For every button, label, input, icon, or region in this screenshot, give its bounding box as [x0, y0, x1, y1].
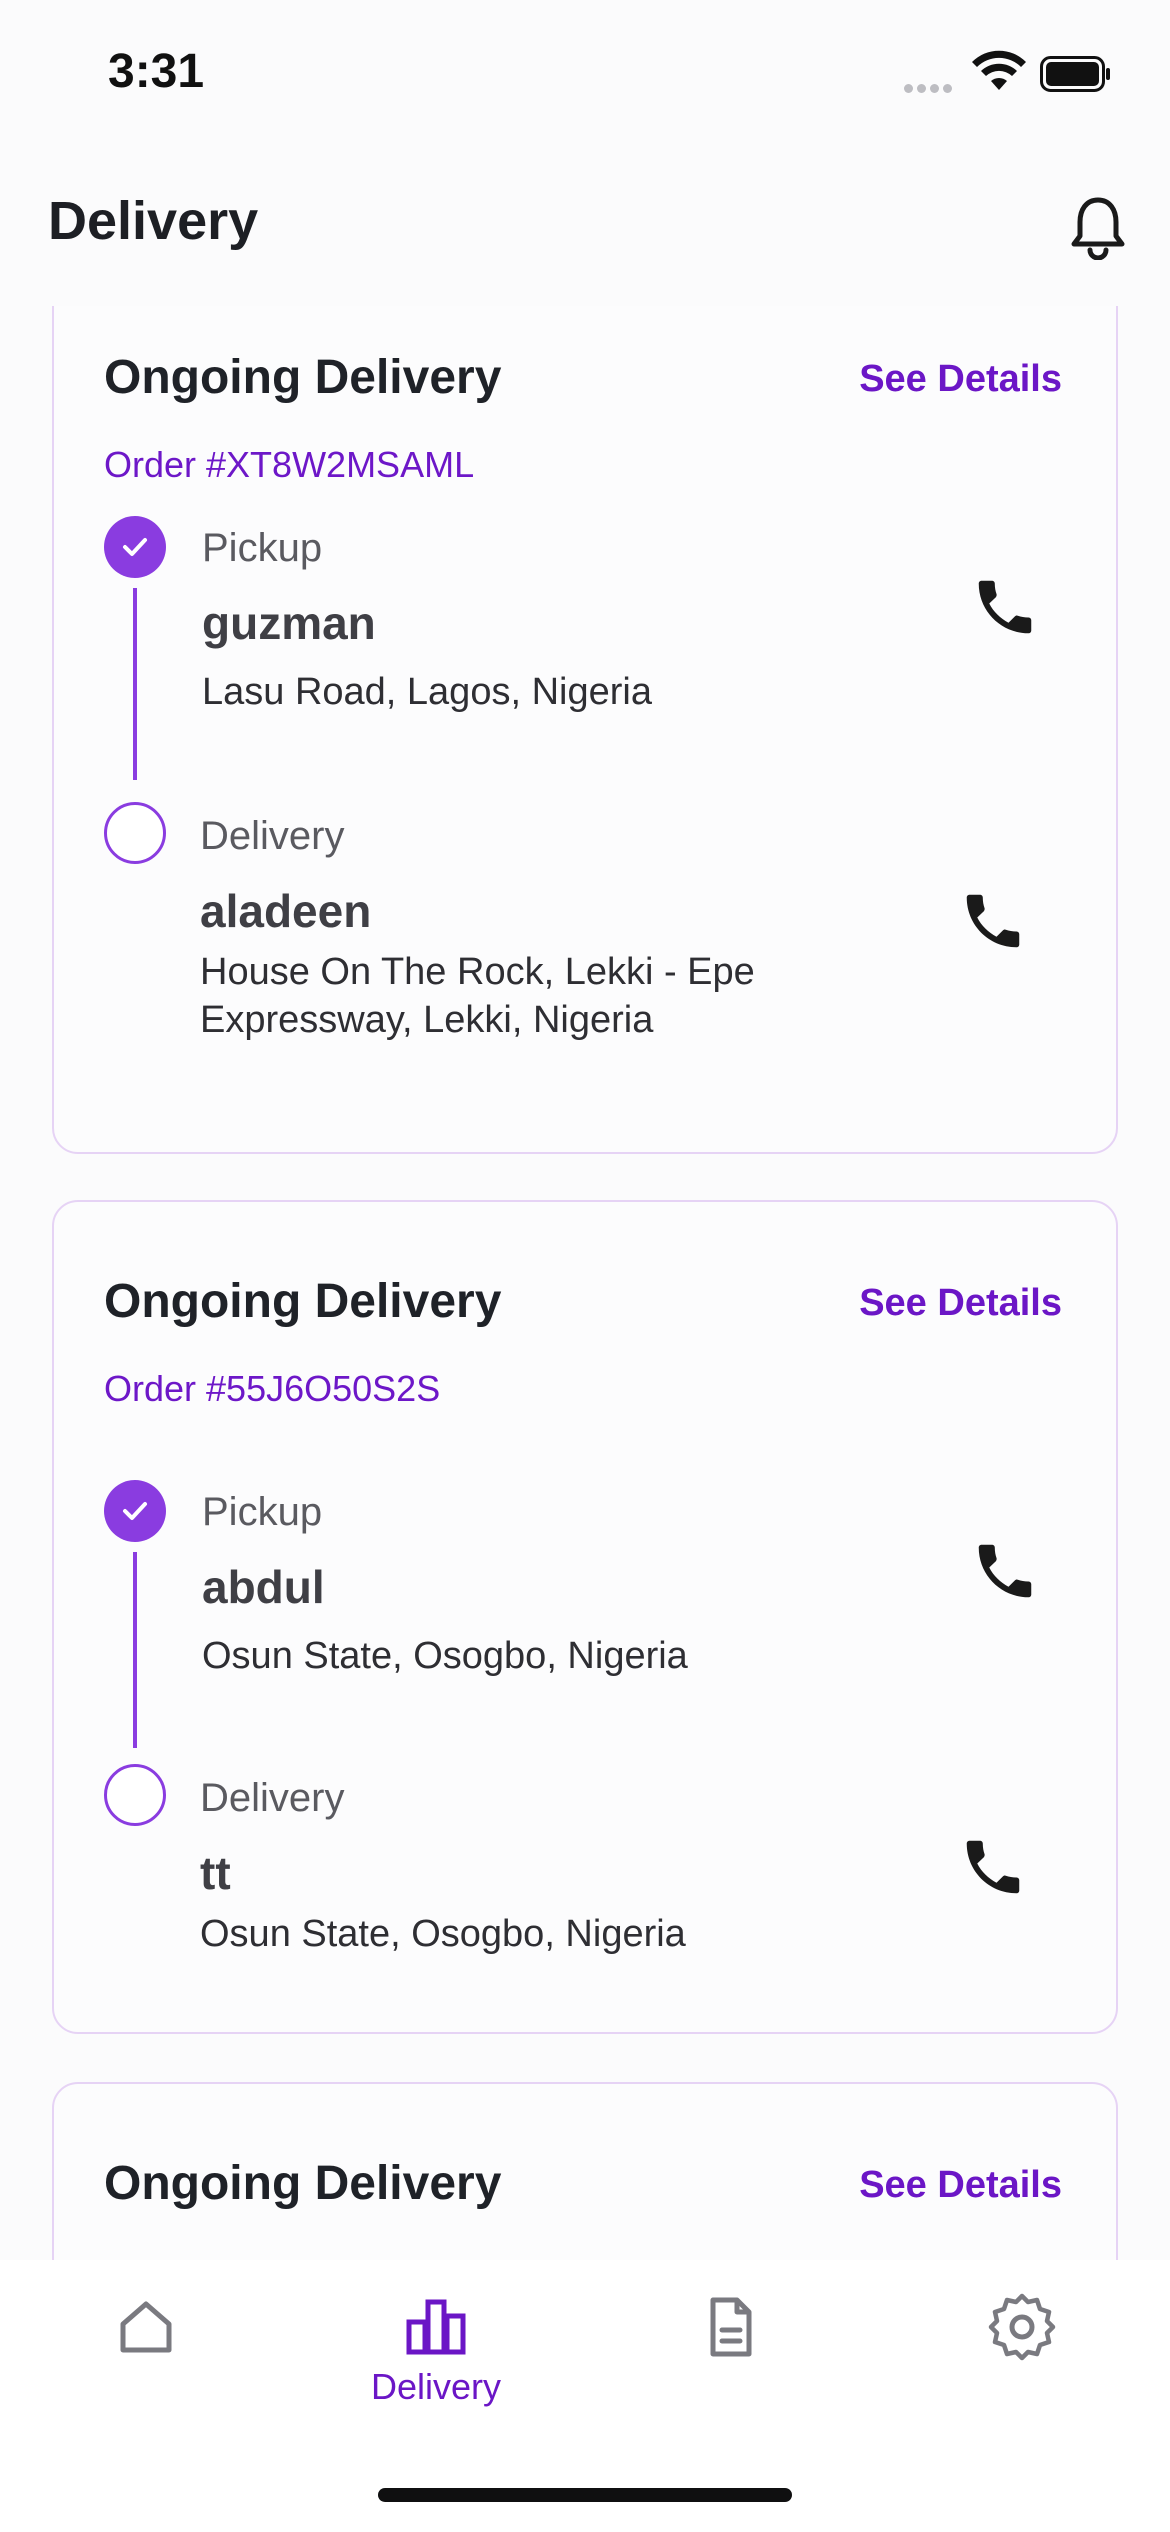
delivery-pending-icon	[104, 1764, 166, 1826]
wifi-icon	[972, 50, 1026, 90]
delivery-address: Osun State, Osogbo, Nigeria	[200, 1913, 686, 1955]
call-pickup-phone-icon[interactable]	[970, 572, 1040, 642]
page-title: Delivery	[48, 191, 259, 251]
pickup-address: Osun State, Osogbo, Nigeria	[202, 1635, 688, 1677]
delivery-name: tt	[200, 1847, 231, 1899]
call-pickup-phone-icon[interactable]	[970, 1536, 1040, 1606]
pickup-label: Pickup	[202, 1490, 323, 1534]
card-title: Ongoing Delivery	[104, 351, 502, 404]
see-details-link[interactable]: See Details	[859, 2164, 1062, 2207]
delivery-list[interactable]: Ongoing Delivery See Details Order #XT8W…	[0, 306, 1170, 2260]
nav-home[interactable]	[46, 2280, 246, 2440]
settings-icon	[988, 2293, 1056, 2361]
delivery-card: Ongoing Delivery See Details Order #XT8W…	[52, 306, 1118, 1154]
delivery-name: aladeen	[200, 885, 372, 937]
nav-settings[interactable]	[922, 2280, 1122, 2440]
home-icon	[120, 2301, 172, 2353]
cellular-signal-icon	[904, 80, 958, 94]
timeline-connector	[133, 588, 137, 780]
status-time: 3:31	[108, 45, 205, 98]
nav-delivery[interactable]: Delivery	[336, 2280, 536, 2440]
delivery-address: House On The Rock, Lekki - Epe Expresswa…	[200, 951, 755, 1041]
pickup-name: guzman	[202, 597, 376, 649]
status-bar: 3:31	[0, 0, 1170, 140]
nav-documents[interactable]	[630, 2280, 830, 2440]
delivery-label: Delivery	[200, 814, 345, 858]
see-details-link[interactable]: See Details	[859, 1282, 1062, 1325]
app-header: Delivery	[0, 160, 1170, 290]
bar-chart-icon	[406, 2299, 466, 2355]
pickup-label: Pickup	[202, 526, 323, 570]
call-delivery-phone-icon[interactable]	[958, 1832, 1028, 1902]
document-icon	[710, 2297, 752, 2357]
timeline-connector	[133, 1552, 137, 1748]
order-id: Order #55J6O50S2S	[104, 1368, 441, 1409]
battery-icon	[1040, 56, 1110, 92]
card-title: Ongoing Delivery	[104, 1275, 502, 1328]
pickup-complete-icon	[104, 516, 166, 578]
home-indicator	[378, 2488, 792, 2502]
delivery-pending-icon	[104, 802, 166, 864]
call-delivery-phone-icon[interactable]	[958, 886, 1028, 956]
delivery-label: Delivery	[200, 1776, 345, 1820]
delivery-card: Ongoing Delivery See Details Order #55J6…	[52, 1200, 1118, 2034]
pickup-complete-icon	[104, 1480, 166, 1542]
see-details-link[interactable]: See Details	[859, 358, 1062, 401]
pickup-name: abdul	[202, 1561, 325, 1613]
order-id: Order #XT8W2MSAML	[104, 444, 475, 485]
notification-bell-icon[interactable]	[1068, 194, 1128, 260]
pickup-address: Lasu Road, Lagos, Nigeria	[202, 671, 652, 713]
nav-delivery-label: Delivery	[370, 2366, 502, 2407]
delivery-card: Ongoing Delivery See Details	[52, 2082, 1118, 2260]
card-title: Ongoing Delivery	[104, 2157, 502, 2210]
